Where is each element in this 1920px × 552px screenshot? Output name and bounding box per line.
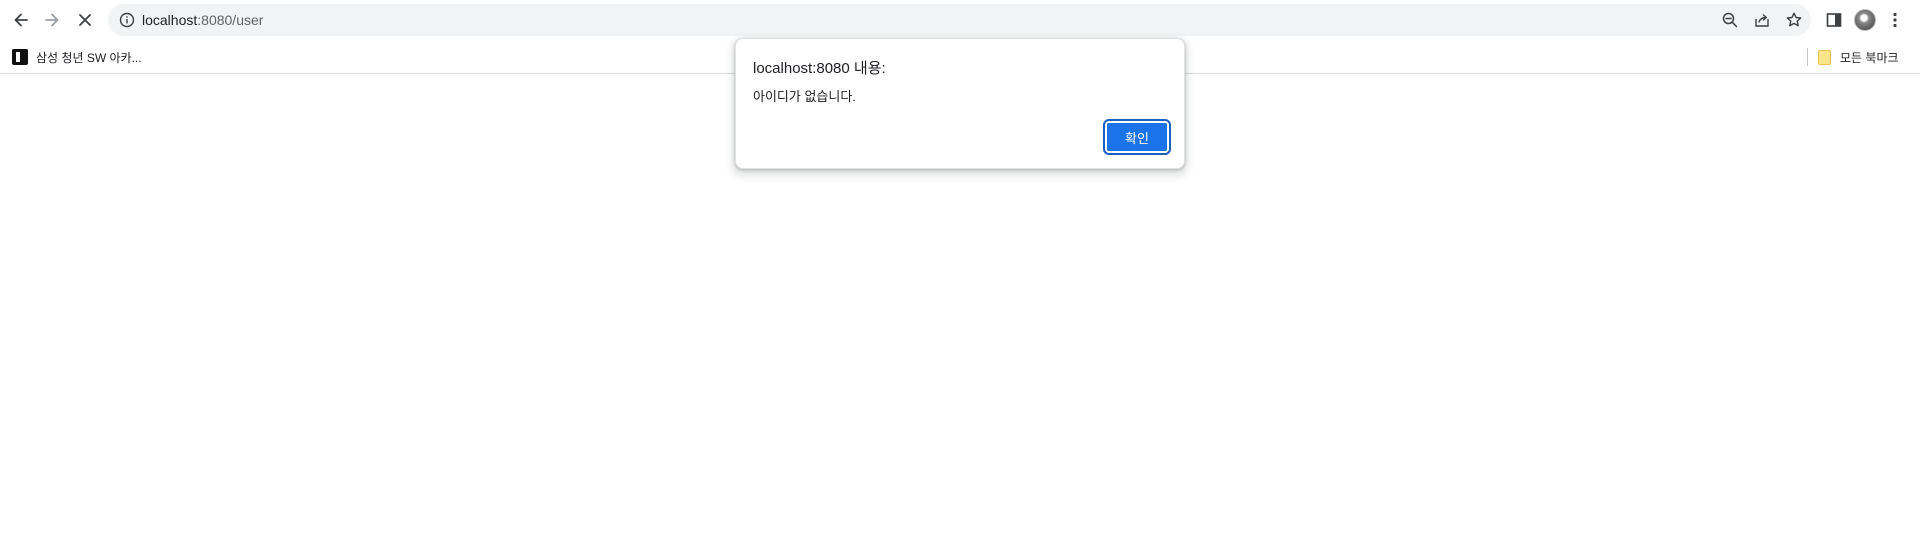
back-button[interactable] <box>7 6 35 34</box>
share-icon <box>1755 14 1769 27</box>
dialog-title: localhost:8080 내용: <box>753 60 886 77</box>
url-text[interactable]: localhost:8080/user <box>142 4 263 36</box>
forward-button[interactable] <box>38 6 66 34</box>
menu-button[interactable] <box>1881 6 1909 34</box>
arrow-right-icon <box>45 13 59 27</box>
dialog-message: 아이디가 없습니다. <box>753 89 856 104</box>
url-path: :8080/user <box>197 12 264 28</box>
all-bookmarks-label: 모든 북마크 <box>1840 50 1899 65</box>
side-panel-icon <box>1826 13 1842 27</box>
bookmark-item[interactable]: 삼성 청년 SW 아카... <box>12 46 142 68</box>
close-icon <box>79 14 91 26</box>
url-host: localhost <box>142 12 198 28</box>
alert-dialog: localhost:8080 내용: 아이디가 없습니다. 확인 <box>735 38 1185 169</box>
address-bar[interactable]: localhost:8080/user <box>108 4 1811 36</box>
zoom-button[interactable] <box>1720 10 1740 30</box>
bookmarks-divider <box>1807 48 1808 66</box>
side-panel-button[interactable] <box>1820 6 1848 34</box>
kebab-menu-icon <box>1893 12 1897 28</box>
ok-button[interactable]: 확인 <box>1103 119 1171 155</box>
zoom-out-icon <box>1722 12 1738 28</box>
arrow-left-icon <box>14 13 28 27</box>
info-icon[interactable] <box>118 11 136 29</box>
folder-icon <box>1818 49 1831 65</box>
site-favicon-icon <box>12 49 28 65</box>
stop-button[interactable] <box>71 6 99 34</box>
bookmark-label: 삼성 청년 SW 아카... <box>36 50 142 65</box>
browser-toolbar: localhost:8080/user <box>0 0 1920 40</box>
profile-button[interactable] <box>1851 6 1879 34</box>
share-button[interactable] <box>1752 10 1772 30</box>
star-icon <box>1786 12 1802 27</box>
bookmark-star-button[interactable] <box>1784 10 1804 30</box>
all-bookmarks-button[interactable]: 모든 북마크 <box>1818 46 1899 68</box>
avatar <box>1854 9 1876 31</box>
